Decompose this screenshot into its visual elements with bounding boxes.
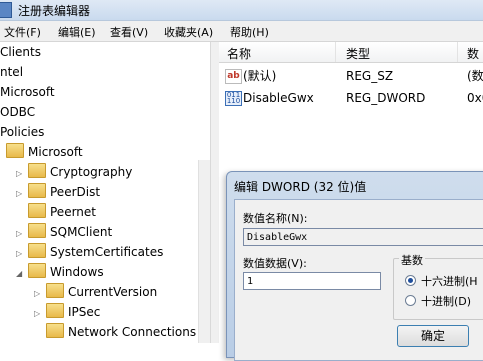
tree-item[interactable]: ▷ SystemCertificates bbox=[16, 242, 163, 262]
folder-icon bbox=[28, 223, 46, 238]
expand-icon[interactable]: ▷ bbox=[34, 290, 41, 298]
hex-radio-label[interactable]: 十六进制(H bbox=[421, 273, 478, 289]
registry-tree: Clients ntel Microsoft ODBC Policies Microsof… bbox=[0, 42, 210, 343]
tree-item[interactable]: Peernet bbox=[16, 202, 96, 222]
value-name: DisableGwx bbox=[243, 91, 314, 105]
tree-item[interactable]: ▷ Cryptography bbox=[16, 162, 132, 182]
value-type: REG_DWORD bbox=[346, 91, 426, 105]
list-item[interactable]: ab (默认) REG_SZ (数 bbox=[219, 66, 483, 86]
column-separator[interactable] bbox=[457, 42, 458, 62]
column-separator[interactable] bbox=[335, 42, 336, 62]
hex-radio[interactable] bbox=[405, 275, 416, 286]
menu-bar: 文件(F) 编辑(E) 查看(V) 收藏夹(A) 帮助(H) bbox=[0, 21, 483, 42]
value-name-field: DisableGwx bbox=[243, 228, 483, 246]
ok-button[interactable]: 确定 bbox=[397, 325, 469, 347]
expand-icon[interactable]: ▷ bbox=[34, 310, 41, 318]
dec-radio-label[interactable]: 十进制(D) bbox=[421, 293, 471, 309]
expand-icon[interactable]: ▷ bbox=[16, 250, 23, 258]
dialog-body: 数值名称(N): DisableGwx 数值数据(V): 1 基数 十六进制(H… bbox=[234, 199, 483, 361]
menu-edit[interactable]: 编辑(E) bbox=[58, 24, 96, 40]
tree-item-label: PeerDist bbox=[50, 185, 101, 199]
edit-dword-dialog: 编辑 DWORD (32 位)值 数值名称(N): DisableGwx 数值数… bbox=[226, 171, 483, 361]
registry-editor-icon bbox=[0, 2, 12, 18]
tree-item[interactable]: ▷ IPSec bbox=[34, 302, 100, 322]
value-data: (数 bbox=[467, 69, 483, 83]
value-name-label: 数值名称(N): bbox=[243, 212, 308, 225]
string-value-icon: ab bbox=[225, 69, 242, 84]
expand-icon[interactable]: ▷ bbox=[16, 230, 23, 238]
value-name: (默认) bbox=[243, 69, 277, 83]
tree-item[interactable]: ▷ SQMClient bbox=[16, 222, 112, 242]
list-header: 名称 类型 数 bbox=[219, 42, 483, 63]
tree-item-label: SystemCertificates bbox=[50, 245, 164, 259]
folder-icon bbox=[46, 283, 64, 298]
tree-item[interactable]: ◢ Windows bbox=[16, 262, 104, 282]
tree-item[interactable]: Microsoft bbox=[6, 142, 83, 162]
menu-file[interactable]: 文件(F) bbox=[4, 24, 41, 40]
value-data-label: 数值数据(V): bbox=[243, 257, 307, 270]
title-bar: 注册表编辑器 bbox=[0, 0, 483, 21]
tree-item-label: Microsoft bbox=[0, 85, 55, 99]
binary-value-icon: 011 110 bbox=[225, 91, 242, 106]
menu-help[interactable]: 帮助(H) bbox=[230, 24, 269, 40]
tree-item-label: SQMClient bbox=[50, 225, 113, 239]
expand-icon[interactable] bbox=[16, 209, 23, 216]
folder-icon bbox=[28, 163, 46, 178]
tree-item-label: Microsoft bbox=[28, 145, 83, 159]
tree-item-label: Policies bbox=[0, 125, 45, 139]
tree-item-label: ODBC bbox=[0, 105, 36, 119]
list-item[interactable]: 011110 DisableGwx REG_DWORD 0x0 bbox=[219, 88, 483, 108]
tree-item[interactable]: ODBC bbox=[0, 102, 35, 122]
expand-icon[interactable]: ◢ bbox=[16, 270, 23, 278]
value-data: 0x0 bbox=[467, 91, 483, 105]
tree-item[interactable]: ▷ PeerDist bbox=[16, 182, 100, 202]
value-type: REG_SZ bbox=[346, 69, 394, 83]
window-title: 注册表编辑器 bbox=[18, 4, 91, 18]
tree-item[interactable]: ntel bbox=[0, 62, 23, 82]
dialog-title: 编辑 DWORD (32 位)值 bbox=[234, 180, 367, 194]
menu-favorites[interactable]: 收藏夹(A) bbox=[164, 24, 213, 40]
tree-item-label: Cryptography bbox=[50, 165, 133, 179]
tree-item-label: Windows bbox=[50, 265, 104, 279]
expand-icon[interactable]: ▷ bbox=[16, 190, 23, 198]
folder-icon bbox=[28, 243, 46, 258]
column-data[interactable]: 数 bbox=[467, 45, 479, 62]
tree-item[interactable]: Policies bbox=[0, 122, 44, 142]
column-type[interactable]: 类型 bbox=[346, 45, 370, 62]
folder-icon bbox=[28, 263, 46, 278]
tree-item[interactable]: ▷ CurrentVersion bbox=[34, 282, 157, 302]
folder-icon bbox=[6, 143, 24, 158]
tree-item-label: Network Connections bbox=[68, 325, 197, 339]
tree-item[interactable]: Network Connections bbox=[34, 322, 196, 342]
tree-item-label: Peernet bbox=[50, 205, 96, 219]
tree-item-label: Clients bbox=[0, 45, 41, 59]
tree-item[interactable]: Microsoft bbox=[0, 82, 55, 102]
expand-icon[interactable]: ▷ bbox=[16, 170, 23, 178]
folder-icon bbox=[28, 203, 46, 218]
value-data-input[interactable]: 1 bbox=[243, 272, 381, 290]
menu-view[interactable]: 查看(V) bbox=[110, 24, 148, 40]
tree-item-label: ntel bbox=[0, 65, 24, 79]
folder-icon bbox=[46, 303, 64, 318]
column-name[interactable]: 名称 bbox=[227, 45, 251, 62]
folder-icon bbox=[46, 323, 64, 338]
expand-icon[interactable] bbox=[34, 329, 41, 336]
base-group-label: 基数 bbox=[399, 252, 425, 268]
folder-icon bbox=[28, 183, 46, 198]
tree-item-label: CurrentVersion bbox=[68, 285, 158, 299]
dec-radio[interactable] bbox=[405, 295, 416, 306]
tree-item[interactable]: Clients bbox=[0, 42, 41, 62]
tree-item-label: IPSec bbox=[68, 305, 101, 319]
